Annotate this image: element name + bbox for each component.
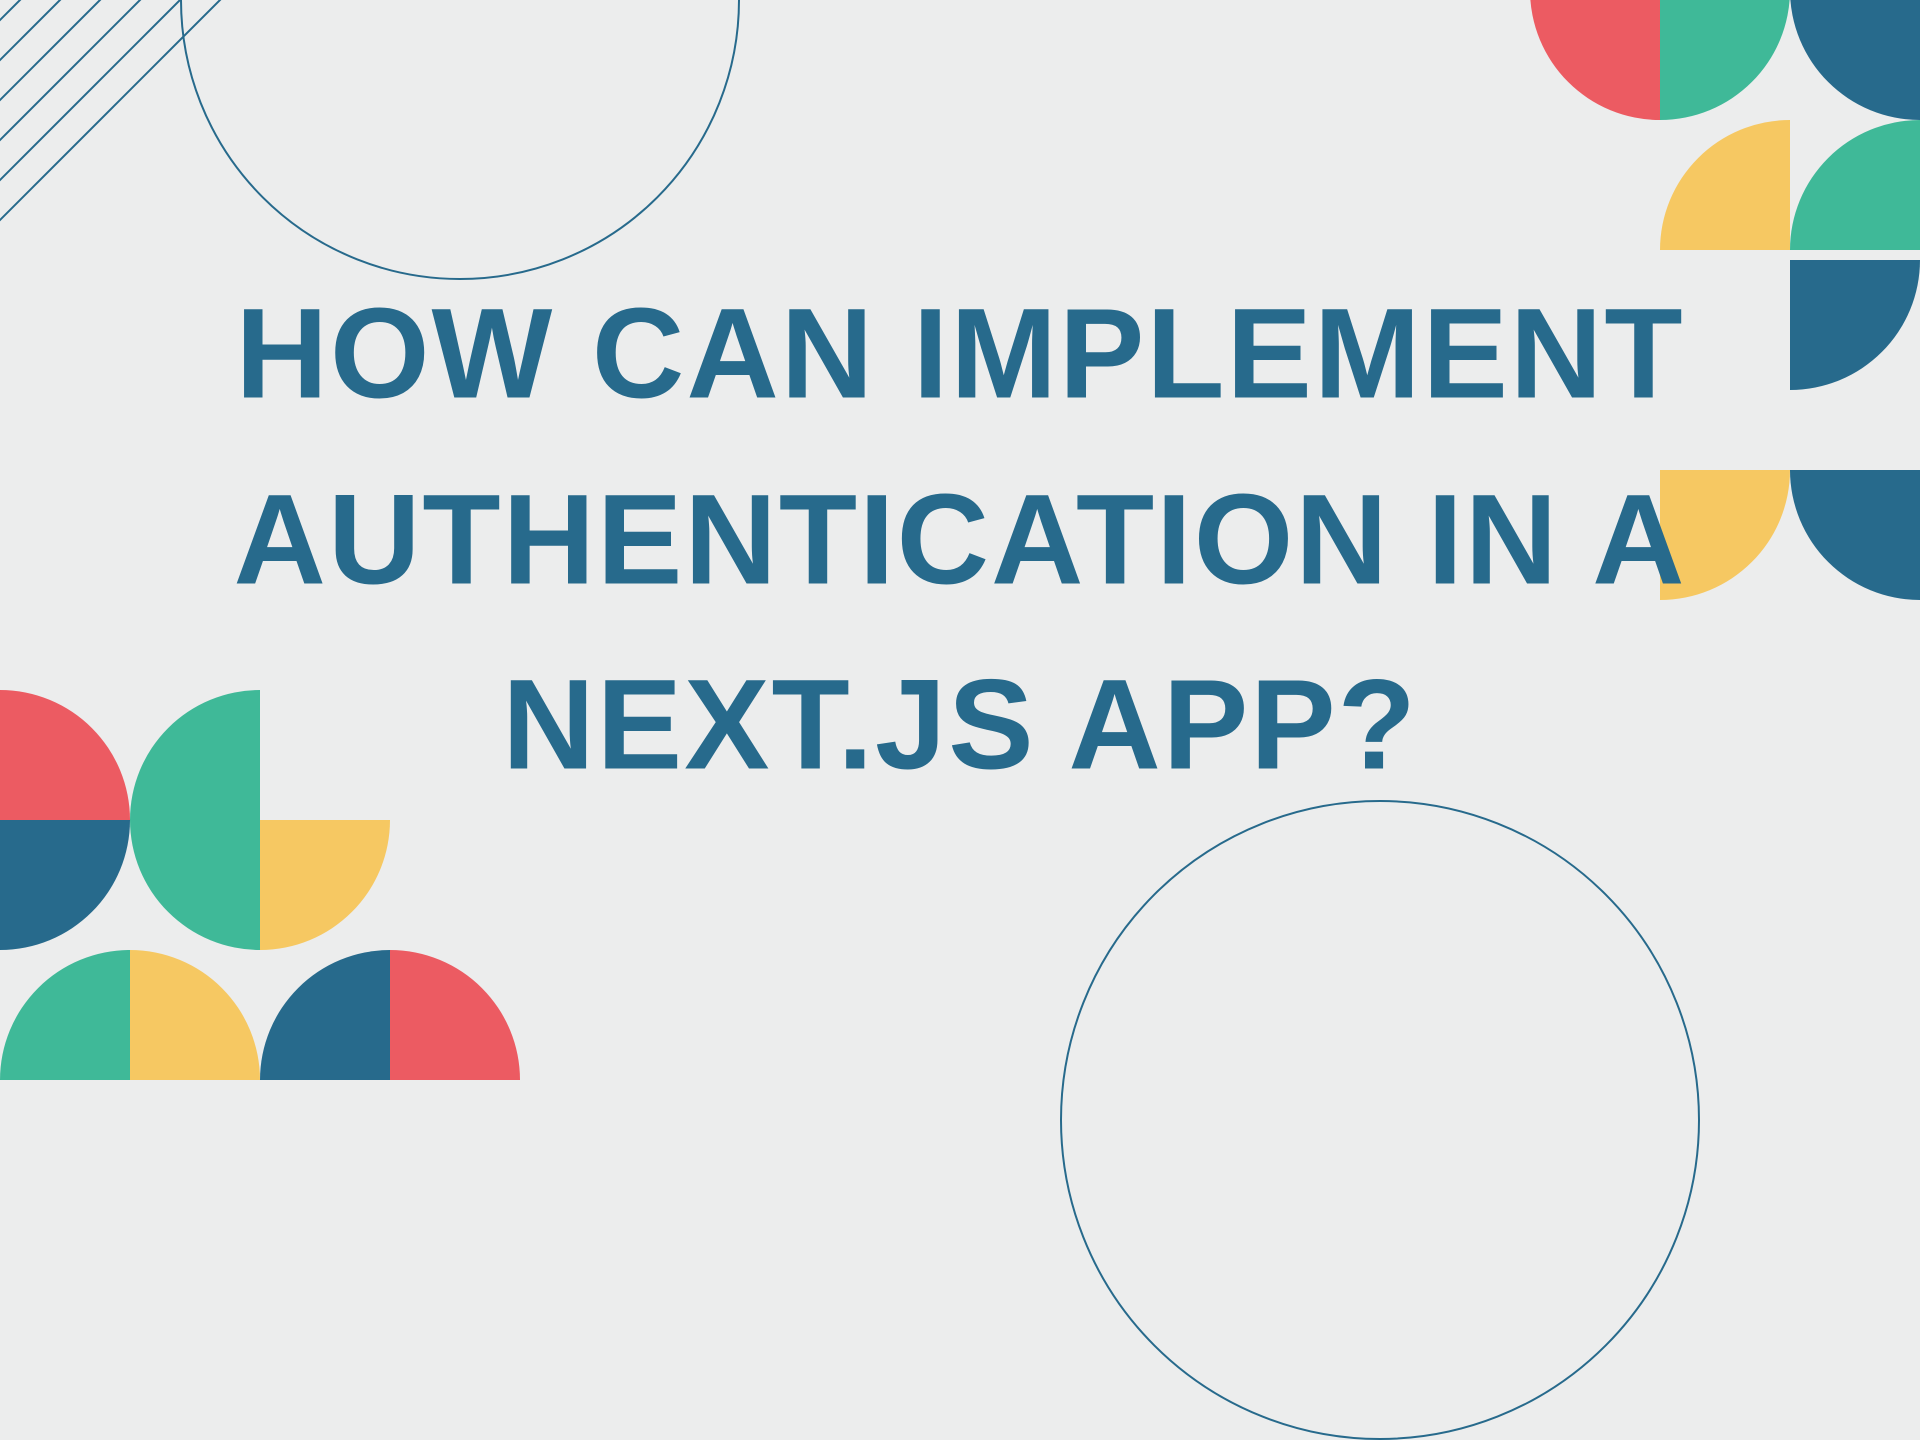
quarter-shape [390, 950, 520, 1080]
main-title: HOW CAN IMPLEMENT AUTHENTICATION IN A NE… [96, 262, 1824, 819]
quarter-shape [1660, 0, 1790, 120]
quarter-shape [1790, 0, 1920, 120]
quarter-shape [260, 820, 390, 950]
quarter-shape [1660, 120, 1790, 250]
quarter-shape [0, 950, 130, 1080]
quarter-shape [1530, 0, 1660, 120]
quarter-shape [260, 950, 390, 1080]
quarter-shape [0, 820, 130, 950]
circle-outline-bottom-right [1060, 800, 1700, 1440]
quarter-shape [130, 950, 260, 1080]
quarter-shape [1790, 120, 1920, 250]
quarter-shape [130, 820, 260, 950]
